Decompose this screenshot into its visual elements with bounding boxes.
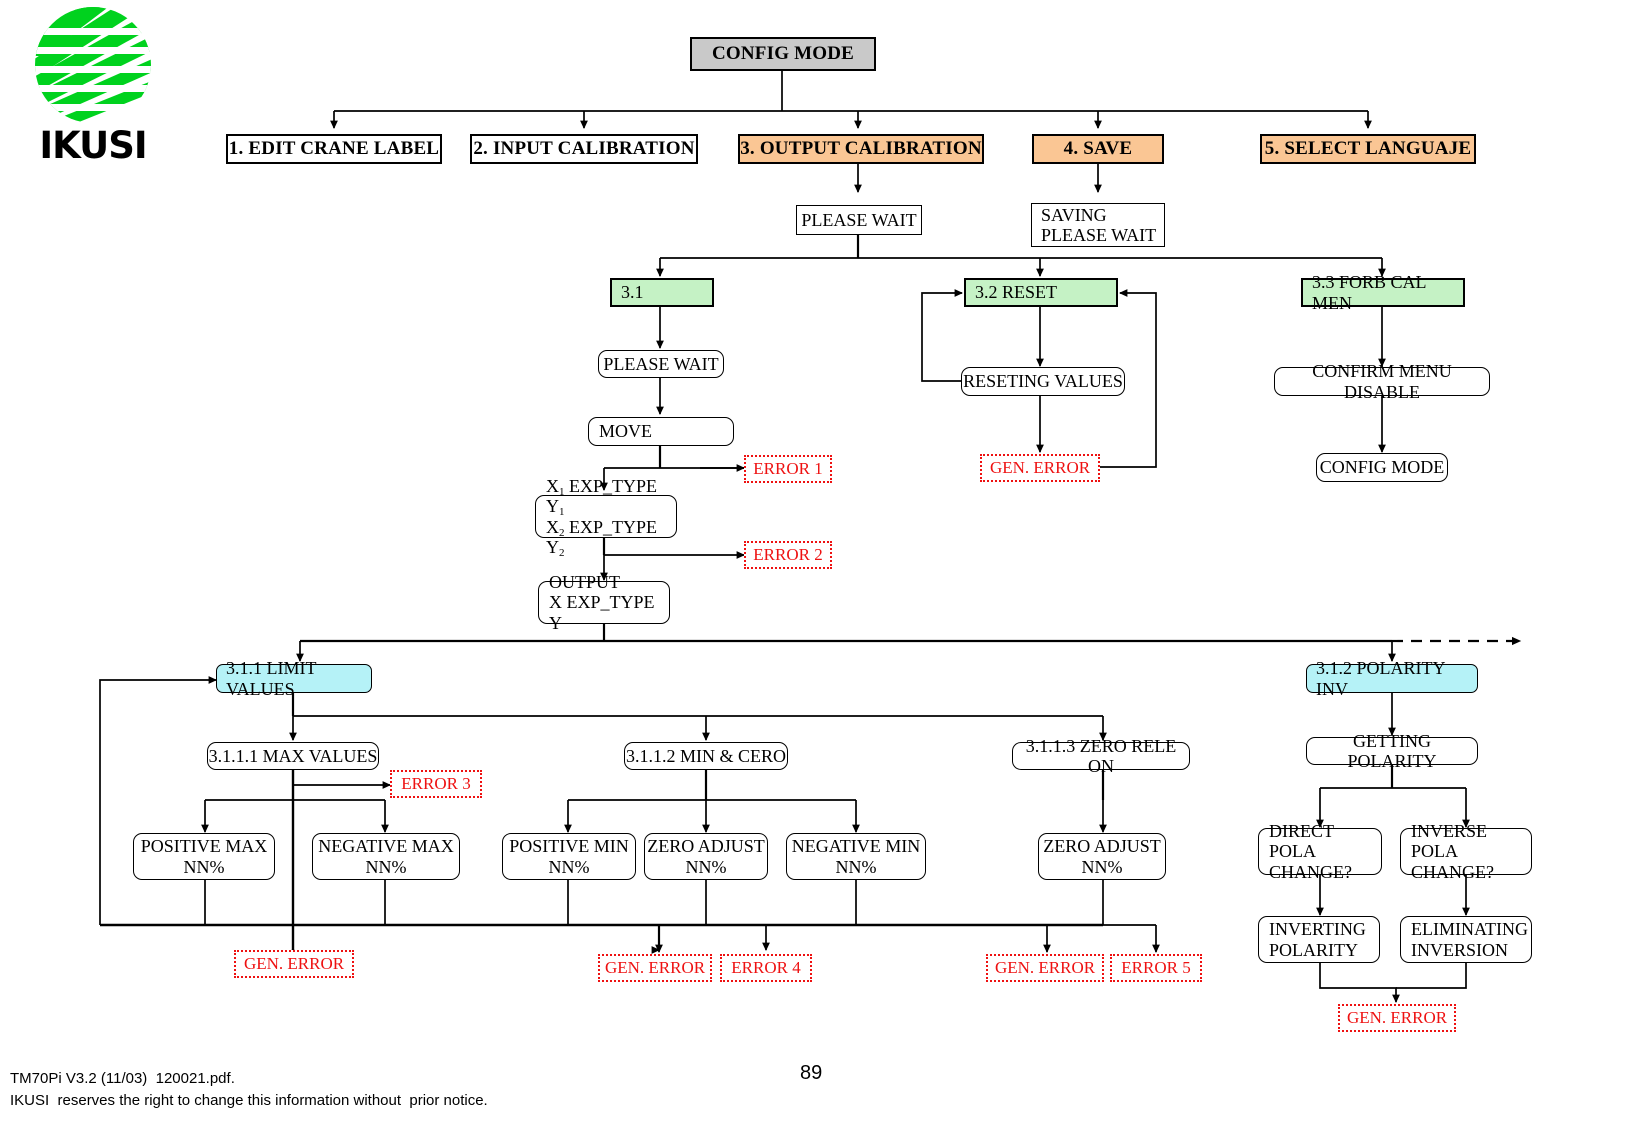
submenu-3-2-reset[interactable]: 3.2 RESET bbox=[964, 278, 1118, 307]
page-title-config-mode: CONFIG MODE bbox=[690, 37, 876, 71]
message-please-wait-3-1: PLEASE WAIT bbox=[598, 350, 724, 378]
screen-two-point-exp-type: X1 EXP_TYPE Y1 X2 EXP_TYPE Y2 bbox=[535, 476, 677, 559]
message-inverting-polarity: INVERTING POLARITY bbox=[1258, 916, 1380, 963]
menu-item-output-calibration[interactable]: 3. OUTPUT CALIBRATION bbox=[738, 134, 984, 164]
error-box-2: ERROR 2 bbox=[744, 541, 832, 569]
error-box-4: ERROR 4 bbox=[720, 954, 812, 982]
flowchart-canvas: IKUSI CONFIG MODE 1. EDIT CRANE LABEL 2.… bbox=[0, 0, 1636, 1125]
error-box-gen-zero: GEN. ERROR bbox=[986, 954, 1104, 982]
menu-item-select-languaje[interactable]: 5. SELECT LANGUAJE bbox=[1260, 134, 1476, 164]
screen-output-exp-type: OUTPUT X EXP_TYPE Y bbox=[538, 572, 670, 633]
menu-item-save[interactable]: 4. SAVE bbox=[1032, 134, 1164, 164]
submenu-3-1-2-polarity-inv[interactable]: 3.1.2 POLARITY INV bbox=[1306, 658, 1478, 699]
submenu-3-1-1-1-max-values[interactable]: 3.1.1.1 MAX VALUES bbox=[207, 742, 379, 770]
value-box-zero-adjust-min[interactable]: ZERO ADJUST NN% bbox=[644, 833, 768, 880]
value-box-negative-min[interactable]: NEGATIVE MIN NN% bbox=[786, 833, 926, 880]
message-confirm-menu-disable: CONFIRM MENU DISABLE bbox=[1274, 361, 1490, 402]
error-box-5: ERROR 5 bbox=[1110, 954, 1202, 982]
ikusi-striped-globe-icon bbox=[34, 6, 152, 124]
exp-line-2: X2 EXP_TYPE Y2 bbox=[546, 516, 658, 559]
value-box-negative-max[interactable]: NEGATIVE MAX NN% bbox=[312, 833, 460, 880]
message-eliminating-inversion: ELIMINATING INVERSION bbox=[1400, 916, 1532, 963]
ikusi-logo: IKUSI bbox=[22, 6, 172, 171]
brand-wordmark: IKUSI bbox=[39, 124, 147, 167]
submenu-3-3-forb-cal-men[interactable]: 3.3 FORB CAL MEN bbox=[1301, 272, 1465, 313]
message-reseting-values: RESETING VALUES bbox=[961, 367, 1125, 396]
submenu-3-1-1-3-zero-rele-on[interactable]: 3.1.1.3 ZERO RELE ON bbox=[1012, 736, 1190, 776]
value-box-positive-max[interactable]: POSITIVE MAX NN% bbox=[133, 833, 275, 880]
prompt-inverse-polarity-change[interactable]: INVERSE POLA CHANGE? bbox=[1400, 821, 1532, 882]
menu-item-input-calibration[interactable]: 2. INPUT CALIBRATION bbox=[470, 134, 698, 164]
footer-document-id: TM70Pi V3.2 (11/03) 120021.pdf. bbox=[10, 1070, 235, 1087]
footer-disclaimer: IKUSI reserves the right to change this … bbox=[10, 1092, 488, 1109]
error-box-gen-polarity: GEN. ERROR bbox=[1338, 1004, 1456, 1032]
error-box-gen-reset: GEN. ERROR bbox=[980, 454, 1100, 482]
error-box-3: ERROR 3 bbox=[390, 770, 482, 798]
error-box-gen-min: GEN. ERROR bbox=[598, 954, 712, 982]
message-please-wait-output: PLEASE WAIT bbox=[796, 205, 922, 235]
message-config-mode-return: CONFIG MODE bbox=[1316, 453, 1448, 482]
message-saving-please-wait: SAVING PLEASE WAIT bbox=[1031, 203, 1165, 247]
message-getting-polarity: GETTING POLARITY bbox=[1306, 731, 1478, 771]
exp-line-1: X1 EXP_TYPE Y1 bbox=[546, 476, 658, 519]
error-box-1: ERROR 1 bbox=[744, 455, 832, 483]
submenu-3-1[interactable]: 3.1 bbox=[610, 278, 714, 307]
prompt-direct-polarity-change[interactable]: DIRECT POLA CHANGE? bbox=[1258, 821, 1382, 882]
submenu-3-1-1-limit-values[interactable]: 3.1.1 LIMIT VALUES bbox=[216, 658, 372, 699]
page-number: 89 bbox=[800, 1062, 823, 1084]
message-move: MOVE bbox=[588, 417, 734, 446]
value-box-zero-adjust-rele[interactable]: ZERO ADJUST NN% bbox=[1038, 833, 1166, 880]
error-box-gen-max: GEN. ERROR bbox=[234, 950, 354, 978]
value-box-positive-min[interactable]: POSITIVE MIN NN% bbox=[502, 833, 636, 880]
submenu-3-1-1-2-min-cero[interactable]: 3.1.1.2 MIN & CERO bbox=[624, 742, 788, 770]
menu-item-edit-crane-label[interactable]: 1. EDIT CRANE LABEL bbox=[226, 134, 442, 164]
